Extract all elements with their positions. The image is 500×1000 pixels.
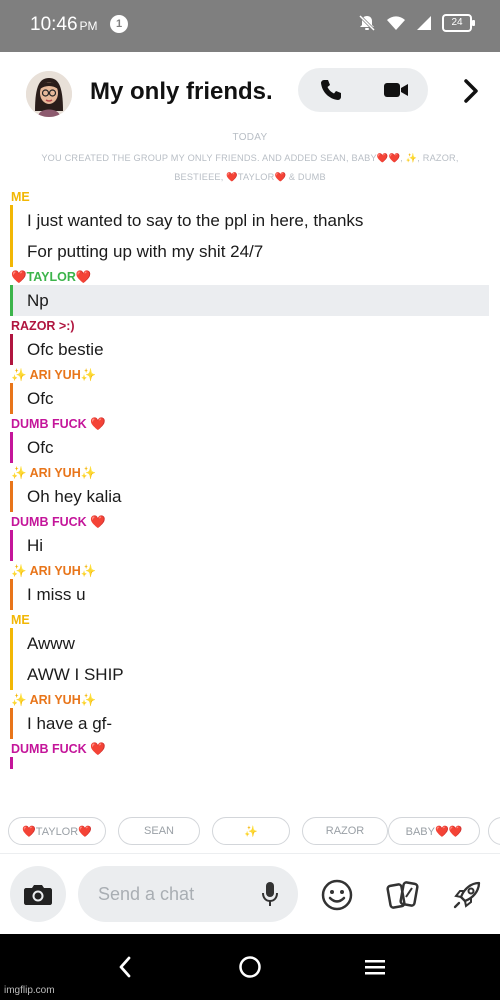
more-button[interactable]: [456, 74, 486, 108]
home-circle-icon: [239, 956, 261, 978]
chat-message[interactable]: I miss u: [27, 579, 500, 610]
chat-message[interactable]: Oh hey kalia: [27, 481, 500, 512]
message-group: ME I just wanted to say to the ppl in her…: [0, 189, 500, 267]
sender-name[interactable]: ✨ ARI YUH✨: [0, 367, 500, 383]
menu-lines-icon: [365, 960, 385, 975]
chat-header: My only friends.: [0, 52, 500, 130]
call-controls: [298, 68, 428, 112]
group-avatar[interactable]: [26, 71, 72, 117]
chat-message[interactable]: I just wanted to say to the ppl in here,…: [27, 205, 500, 236]
home-button[interactable]: [235, 952, 265, 982]
message-input[interactable]: [98, 880, 258, 908]
message-block: I miss u: [10, 579, 500, 610]
phone-icon: [320, 80, 341, 100]
chip-razor[interactable]: RAZOR: [302, 817, 388, 845]
mention-chips: ❤️TAYLOR❤️ SEAN ✨ RAZOR BABY❤️❤️: [0, 816, 500, 846]
camera-icon: [24, 885, 52, 905]
message-input-container: [78, 866, 298, 922]
notification-badge: 1: [110, 15, 128, 33]
sender-name[interactable]: ME: [0, 612, 500, 628]
chip-more[interactable]: [488, 817, 500, 845]
message-block: Hi: [10, 530, 500, 561]
chip-sparkle[interactable]: ✨: [212, 817, 290, 845]
voice-call-button[interactable]: [298, 68, 363, 112]
chat-message[interactable]: Ofc: [27, 383, 500, 414]
chip-taylor[interactable]: ❤️TAYLOR❤️: [8, 817, 106, 845]
chat-message[interactable]: Ofc: [27, 432, 500, 463]
system-nav-bar: imgflip.com: [0, 934, 500, 1000]
message-group: RAZOR >:) Ofc bestie: [0, 318, 500, 365]
divider: [0, 853, 500, 854]
smiley-icon: [321, 879, 353, 911]
message-group: ✨ ARI YUH✨ I miss u: [0, 563, 500, 610]
sender-name[interactable]: DUMB FUCK ❤️: [0, 741, 500, 757]
system-message: YOU CREATED THE GROUP MY ONLY FRIENDS. A…: [41, 153, 459, 182]
cards-icon: [386, 881, 419, 909]
video-camera-icon: [383, 83, 408, 97]
sender-name[interactable]: RAZOR >:): [0, 318, 500, 334]
message-block: I have a gf-: [10, 708, 500, 739]
chat-message[interactable]: AWW I SHIP: [27, 659, 500, 690]
message-block: [10, 757, 500, 769]
battery-icon: 24: [442, 14, 475, 32]
message-group: ✨ ARI YUH✨ Ofc: [0, 367, 500, 414]
recents-button[interactable]: [360, 952, 390, 982]
message-group: ME Awww AWW I SHIP: [0, 612, 500, 690]
sender-name[interactable]: ✨ ARI YUH✨: [0, 563, 500, 579]
sender-name[interactable]: ✨ ARI YUH✨: [0, 692, 500, 708]
back-chevron-icon: [119, 956, 131, 978]
message-block: Ofc bestie: [10, 334, 500, 365]
camera-button[interactable]: [10, 866, 66, 922]
sender-name[interactable]: ❤️TAYLOR❤️: [0, 269, 500, 285]
chat-message[interactable]: [27, 757, 500, 769]
message-block: Ofc: [10, 432, 500, 463]
sender-name[interactable]: ✨ ARI YUH✨: [0, 465, 500, 481]
message-group: ❤️TAYLOR❤️ Np: [0, 269, 500, 316]
emoji-button[interactable]: [320, 878, 354, 912]
chat-message[interactable]: Awww: [27, 628, 500, 659]
stickers-button[interactable]: [386, 878, 420, 912]
voice-note-button[interactable]: [258, 882, 282, 906]
message-block: Np: [10, 285, 500, 316]
watermark: imgflip.com: [4, 985, 55, 996]
chip-sean[interactable]: SEAN: [118, 817, 200, 845]
message-group: DUMB FUCK ❤️ Hi: [0, 514, 500, 561]
chat-message[interactable]: I have a gf-: [27, 708, 500, 739]
message-list: ME I just wanted to say to the ppl in her…: [0, 189, 500, 769]
chevron-right-icon: [464, 79, 478, 103]
message-block: Ofc: [10, 383, 500, 414]
sender-name[interactable]: DUMB FUCK ❤️: [0, 514, 500, 530]
message-group: ✨ ARI YUH✨ I have a gf-: [0, 692, 500, 739]
sender-name[interactable]: DUMB FUCK ❤️: [0, 416, 500, 432]
mute-icon: [358, 14, 376, 32]
chat-thread[interactable]: TODAY YOU CREATED THE GROUP MY ONLY FRIE…: [0, 130, 500, 820]
games-button[interactable]: [450, 878, 484, 912]
microphone-icon: [262, 882, 278, 906]
message-group: ✨ ARI YUH✨ Oh hey kalia: [0, 465, 500, 512]
video-call-button[interactable]: [363, 68, 428, 112]
chat-message[interactable]: Hi: [27, 530, 500, 561]
chat-message[interactable]: For putting up with my shit 24/7: [27, 236, 500, 267]
clock: 10:46 PM: [30, 14, 98, 35]
chat-message[interactable]: Ofc bestie: [27, 334, 500, 365]
signal-icon: [417, 16, 431, 30]
status-bar: 10:46 PM 1 24: [0, 0, 500, 52]
sender-name[interactable]: ME: [0, 189, 500, 205]
back-button[interactable]: [110, 952, 140, 982]
message-block: Oh hey kalia: [10, 481, 500, 512]
rocket-icon: [453, 881, 481, 909]
composer: [0, 860, 500, 932]
group-title[interactable]: My only friends.: [90, 78, 273, 106]
message-group: DUMB FUCK ❤️: [0, 741, 500, 769]
message-group: DUMB FUCK ❤️ Ofc: [0, 416, 500, 463]
message-block: I just wanted to say to the ppl in here,…: [10, 205, 500, 267]
date-divider: TODAY: [232, 132, 268, 143]
message-block: Awww AWW I SHIP: [10, 628, 500, 690]
chip-baby[interactable]: BABY❤️❤️: [388, 817, 480, 845]
wifi-icon: [387, 16, 405, 30]
chat-message[interactable]: Np: [13, 285, 489, 316]
